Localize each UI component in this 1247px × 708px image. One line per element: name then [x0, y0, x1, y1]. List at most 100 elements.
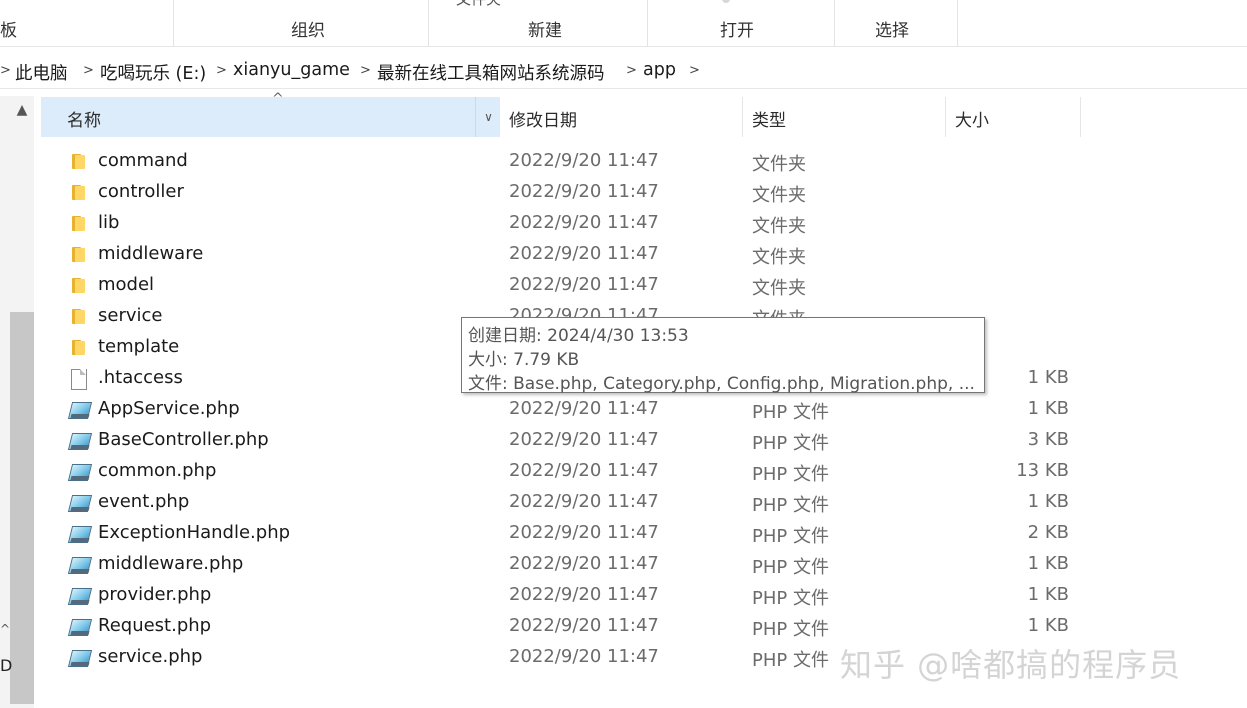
folder-icon	[69, 307, 89, 327]
file-modified-date: 2022/9/20 11:47	[509, 181, 659, 202]
file-size: 3 KB	[1027, 429, 1069, 450]
file-size: 13 KB	[1016, 460, 1069, 481]
address-bar[interactable]: > 此电脑 > 吃喝玩乐 (E:) > xianyu_game > 最新在线工具…	[0, 54, 1247, 89]
folder-icon	[69, 338, 89, 358]
file-type: PHP 文件	[752, 650, 829, 671]
file-size: 1 KB	[1027, 398, 1069, 419]
folder-icon	[69, 152, 89, 172]
column-header-name-label: 名称	[67, 111, 101, 131]
file-type: 文件夹	[752, 185, 806, 206]
file-modified-date: 2022/9/20 11:47	[509, 429, 659, 450]
file-row[interactable]: BaseController.php 2022/9/20 11:47 PHP 文件 3…	[41, 425, 1101, 456]
chevron-right-icon[interactable]: >	[83, 63, 94, 78]
ribbon: 板 组织 文件夹 新建 打开 选择	[0, 0, 1247, 46]
folder-tooltip: 创建日期: 2024/4/30 13:53 大小: 7.79 KB 文件: Ba…	[461, 317, 985, 394]
column-header-type[interactable]: 类型	[743, 97, 946, 137]
file-row[interactable]: model 2022/9/20 11:47 文件夹	[41, 270, 1101, 301]
file-row[interactable]: middleware.php 2022/9/20 11:47 PHP 文件 1 KB	[41, 549, 1101, 580]
file-modified-date: 2022/9/20 11:47	[509, 212, 659, 233]
nav-fragment-caret: ^	[0, 622, 11, 636]
tooltip-created: 创建日期: 2024/4/30 13:53	[468, 326, 689, 346]
file-row[interactable]: command 2022/9/20 11:47 文件夹	[41, 146, 1101, 177]
chevron-right-icon[interactable]: >	[689, 63, 700, 78]
chevron-right-icon[interactable]: >	[360, 63, 371, 78]
ribbon-separator	[428, 0, 429, 46]
ribbon-cut-top-text: 文件夹	[456, 0, 501, 9]
file-name: template	[98, 336, 180, 357]
php-icon	[67, 617, 93, 637]
file-size: 1 KB	[1027, 615, 1069, 636]
file-size: 1 KB	[1027, 553, 1069, 574]
file-row[interactable]: common.php 2022/9/20 11:47 PHP 文件 13 KB	[41, 456, 1101, 487]
file-row[interactable]: provider.php 2022/9/20 11:47 PHP 文件 1 KB	[41, 580, 1101, 611]
php-icon	[67, 586, 93, 606]
file-type: PHP 文件	[752, 402, 829, 423]
file-type: 文件夹	[752, 247, 806, 268]
breadcrumb-source-folder[interactable]: 最新在线工具箱网站系统源码	[377, 60, 605, 85]
column-header-name[interactable]: ^ 名称 ∨	[41, 91, 501, 137]
chevron-down-icon[interactable]: ∨	[475, 97, 501, 137]
breadcrumb-this-pc[interactable]: 此电脑	[15, 60, 68, 85]
file-name: event.php	[98, 491, 190, 512]
breadcrumb-app[interactable]: app	[643, 60, 676, 80]
file-modified-date: 2022/9/20 11:47	[509, 553, 659, 574]
file-size: 1 KB	[1027, 491, 1069, 512]
ribbon-group-organize[interactable]: 组织	[291, 16, 325, 41]
ribbon-separator	[834, 0, 835, 46]
ribbon-group-select[interactable]: 选择	[875, 16, 909, 41]
file-type: 文件夹	[752, 216, 806, 237]
php-icon	[67, 555, 93, 575]
file-modified-date: 2022/9/20 11:47	[509, 460, 659, 481]
file-name: common.php	[98, 460, 217, 481]
file-type: 文件夹	[752, 154, 806, 175]
file-type: PHP 文件	[752, 588, 829, 609]
ribbon-group-open[interactable]: 打开	[720, 16, 754, 41]
file-modified-date: 2022/9/20 11:47	[509, 243, 659, 264]
ribbon-cut-label: 板	[0, 21, 17, 41]
breadcrumb-xianyu-game[interactable]: xianyu_game	[233, 60, 350, 80]
file-type: PHP 文件	[752, 464, 829, 485]
file-name: middleware.php	[98, 553, 244, 574]
file-type: PHP 文件	[752, 526, 829, 547]
file-modified-date: 2022/9/20 11:47	[509, 584, 659, 605]
file-name: middleware	[98, 243, 204, 264]
folder-icon	[69, 214, 89, 234]
ribbon-group-new[interactable]: 新建	[528, 16, 562, 41]
nav-scrollbar-thumb[interactable]	[10, 312, 34, 704]
file-name: controller	[98, 181, 184, 202]
ribbon-divider	[0, 46, 1247, 47]
folder-icon	[69, 276, 89, 296]
column-header-date[interactable]: 修改日期	[500, 97, 743, 137]
file-modified-date: 2022/9/20 11:47	[509, 522, 659, 543]
file-row[interactable]: middleware 2022/9/20 11:47 文件夹	[41, 239, 1101, 270]
file-type: 文件夹	[752, 278, 806, 299]
file-name: provider.php	[98, 584, 212, 605]
file-modified-date: 2022/9/20 11:47	[509, 150, 659, 171]
file-name: AppService.php	[98, 398, 240, 419]
breadcrumb-drive-e[interactable]: 吃喝玩乐 (E:)	[100, 60, 206, 85]
file-name: .htaccess	[98, 367, 183, 388]
file-row[interactable]: lib 2022/9/20 11:47 文件夹	[41, 208, 1101, 239]
php-icon	[67, 648, 93, 668]
scroll-up-icon[interactable]: ▲	[12, 100, 32, 120]
file-row[interactable]: ExceptionHandle.php 2022/9/20 11:47 PHP 文件…	[41, 518, 1101, 549]
ribbon-separator	[647, 0, 648, 46]
folder-icon	[69, 245, 89, 265]
file-size: 1 KB	[1027, 584, 1069, 605]
file-name: service	[98, 305, 163, 326]
php-icon	[67, 462, 93, 482]
chevron-right-icon[interactable]: >	[626, 63, 637, 78]
watermark: 知乎 @啥都搞的程序员	[840, 646, 1182, 684]
file-row[interactable]: controller 2022/9/20 11:47 文件夹	[41, 177, 1101, 208]
file-row[interactable]: Request.php 2022/9/20 11:47 PHP 文件 1 KB	[41, 611, 1101, 642]
file-row[interactable]: event.php 2022/9/20 11:47 PHP 文件 1 KB	[41, 487, 1101, 518]
file-type: PHP 文件	[752, 495, 829, 516]
column-header-size[interactable]: 大小	[946, 97, 1081, 137]
chevron-right-icon[interactable]: >	[216, 63, 227, 78]
file-modified-date: 2022/9/20 11:47	[509, 646, 659, 667]
navigation-pane[interactable]: ▲ ^ D	[0, 96, 34, 708]
file-row[interactable]: AppService.php 2022/9/20 11:47 PHP 文件 1 KB	[41, 394, 1101, 425]
ribbon-separator	[173, 0, 174, 46]
column-header-size-label: 大小	[955, 111, 989, 131]
nav-fragment-letter: D	[0, 656, 13, 675]
